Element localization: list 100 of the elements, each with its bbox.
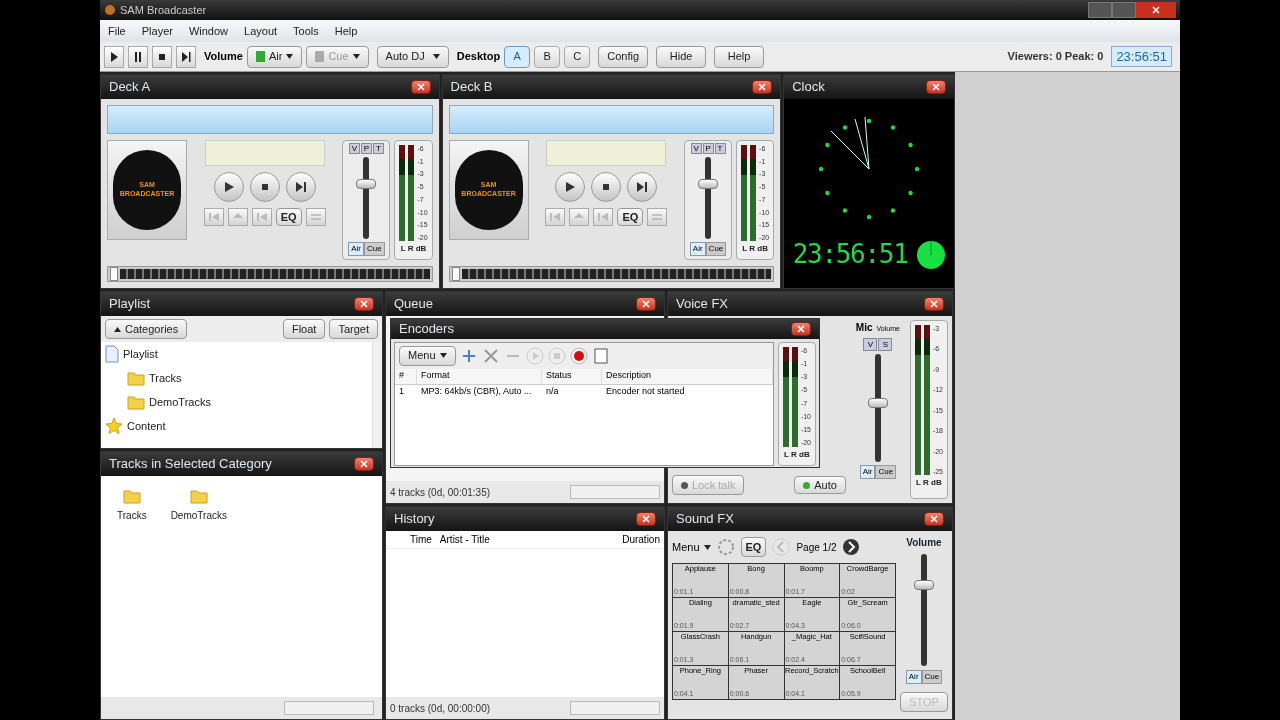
close-button[interactable] (636, 297, 656, 311)
panel-button[interactable]: Target (329, 319, 378, 339)
close-icon (642, 515, 650, 523)
caret-icon (114, 326, 121, 332)
close-icon (930, 300, 938, 308)
categories-button[interactable]: Categories (105, 319, 188, 339)
cue-button[interactable]: Cue (705, 242, 727, 256)
stop-button[interactable] (249, 172, 280, 202)
slider-thumb[interactable] (914, 579, 934, 590)
close-button[interactable] (410, 80, 431, 94)
volume-slider[interactable] (914, 554, 934, 666)
pause-button[interactable] (128, 45, 148, 68)
progress-pie-icon (915, 239, 946, 270)
queue-status: 4 tracks (0d, 00:01:35) (390, 485, 491, 500)
folder-item[interactable]: Tracks (117, 488, 147, 523)
panel-title: Sound FX (676, 510, 734, 529)
toolbar-button[interactable]: Config (598, 45, 649, 68)
panel-button[interactable]: Float (282, 319, 326, 339)
mode-button[interactable]: T (714, 143, 726, 154)
seek-bar[interactable] (107, 266, 433, 282)
close-icon (932, 83, 940, 91)
seek-thumb[interactable] (451, 267, 460, 281)
record-icon[interactable] (569, 346, 588, 365)
panel-title: Tracks in Selected Category (109, 455, 272, 474)
eq-button[interactable]: EQ (275, 208, 302, 226)
close-button[interactable] (636, 512, 656, 526)
menu-item[interactable]: File (108, 22, 126, 40)
volume-slider[interactable] (356, 157, 377, 239)
desktop-tab[interactable]: B (534, 45, 561, 68)
folder-item[interactable]: DemoTracks (170, 488, 227, 523)
mode-button[interactable]: P (702, 143, 714, 154)
slider-thumb[interactable] (867, 398, 888, 409)
tree-item[interactable]: Content (105, 414, 368, 438)
mode-button[interactable]: V (863, 338, 878, 351)
mode-button[interactable]: V (348, 143, 360, 154)
play-button[interactable] (104, 45, 124, 68)
close-button[interactable] (924, 512, 944, 526)
mode-button[interactable]: V (690, 143, 702, 154)
close-button[interactable] (354, 297, 374, 311)
play-icon (109, 51, 119, 62)
tree-item[interactable]: Tracks (105, 366, 368, 390)
air-button[interactable]: Air (348, 242, 364, 256)
close-icon (1152, 6, 1160, 14)
volume-slider[interactable] (698, 157, 719, 239)
next-button[interactable] (285, 172, 316, 202)
menu-button[interactable]: Menu (399, 345, 456, 366)
menu-item[interactable]: Window (188, 22, 229, 40)
air-button[interactable]: Air (859, 465, 876, 479)
cue-button[interactable]: Cue (364, 242, 385, 256)
next-button[interactable] (176, 45, 196, 68)
mode-button[interactable]: S (878, 338, 893, 351)
close-window-button[interactable] (1136, 2, 1176, 18)
table-row[interactable]: 1 MP3: 64kb/s (CBR), Auto ... n/a Encoder not started (395, 384, 773, 401)
mode-button[interactable]: T (372, 143, 384, 154)
menu-button[interactable]: Menu (672, 538, 711, 556)
desktop-tab[interactable]: C (564, 45, 591, 68)
close-button[interactable] (354, 457, 374, 471)
stop-button[interactable] (591, 172, 622, 202)
scrollbar[interactable] (372, 342, 382, 448)
desktop-label: Desktop (456, 49, 501, 65)
seek-bar[interactable] (448, 266, 775, 282)
close-button[interactable] (791, 321, 811, 336)
close-button[interactable] (924, 297, 944, 311)
menu-item[interactable]: Help (334, 22, 358, 40)
slider-thumb[interactable] (698, 178, 719, 189)
menu-item[interactable]: Tools (293, 22, 319, 40)
menu-item[interactable]: Player (141, 22, 173, 40)
next-page-icon[interactable] (842, 538, 861, 556)
menu-item[interactable]: Layout (244, 22, 278, 40)
eq-button[interactable]: EQ (740, 537, 767, 557)
air-button[interactable]: Air (905, 670, 922, 684)
slider-thumb[interactable] (356, 178, 377, 189)
tree-label: Content (127, 418, 166, 434)
close-button[interactable] (926, 80, 946, 94)
mode-button[interactable]: P (360, 143, 372, 154)
play-icon (222, 181, 235, 193)
toolbar-button[interactable]: Hide (656, 45, 707, 68)
play-button[interactable] (213, 172, 244, 202)
desktop-tab[interactable]: A (504, 45, 531, 68)
tree-item[interactable]: Playlist (105, 342, 368, 366)
close-icon (642, 300, 650, 308)
auto-button[interactable]: Auto (794, 476, 846, 494)
cue-button[interactable]: Cue (875, 465, 897, 479)
star-icon (105, 417, 123, 435)
volume-slider[interactable] (867, 354, 888, 462)
auto-dj-dropdown[interactable]: Auto DJ (376, 45, 449, 68)
tree-item[interactable]: DemoTracks (105, 390, 368, 414)
play-button[interactable] (555, 172, 586, 202)
next-button[interactable] (627, 172, 658, 202)
stop-button[interactable] (152, 45, 172, 68)
eq-button[interactable]: EQ (617, 208, 644, 226)
air-dropdown[interactable]: Air (246, 45, 303, 68)
air-button[interactable]: Air (689, 242, 706, 256)
folder-icon (122, 488, 141, 504)
time-display: 23:56:51 (1111, 45, 1172, 68)
cue-button[interactable]: Cue (921, 670, 943, 684)
panel-title: Queue (394, 295, 434, 314)
toolbar-button[interactable]: Help (714, 45, 765, 68)
close-button[interactable] (752, 80, 773, 94)
seek-thumb[interactable] (110, 267, 118, 281)
